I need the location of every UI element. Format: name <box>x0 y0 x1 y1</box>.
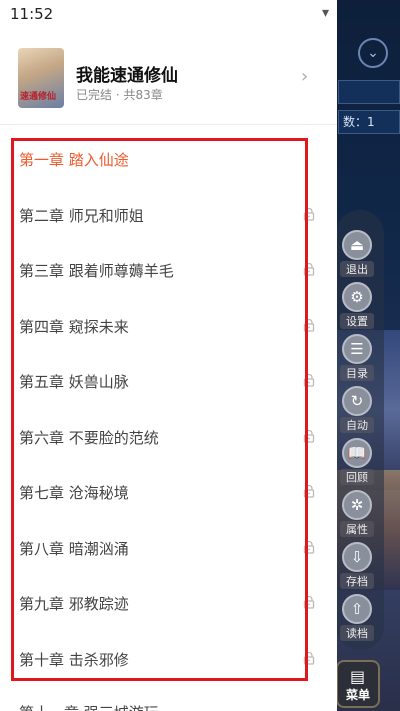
chevron-down-icon: ⌄ <box>367 45 379 61</box>
chevron-right-icon: › <box>301 66 309 87</box>
chapter-title: 第十章 击杀邪修 <box>19 650 129 669</box>
lock-icon <box>303 318 315 332</box>
exit-icon: ⏏ <box>342 230 372 260</box>
partial-chapter[interactable]: 第十一章 强三城游玩 <box>19 702 159 711</box>
menu-icon: ▤ <box>350 667 366 686</box>
game-menu-attribute[interactable]: ✲ 属性 <box>340 490 374 538</box>
game-menu-label: 读档 <box>340 625 374 641</box>
chapter-title: 第六章 不要脸的范统 <box>19 428 159 447</box>
game-menu-auto[interactable]: ↻ 自动 <box>340 386 374 434</box>
chapter-item[interactable]: 第九章 邪教踪迹 <box>0 575 337 631</box>
chapter-item[interactable]: 第六章 不要脸的范统 <box>0 409 337 465</box>
menu-button-label: 菜单 <box>345 688 370 702</box>
chapter-drawer: 11:52 ▾ 速通修仙 我能速通修仙 已完结 · 共83章 › 第一章 踏入仙… <box>0 0 337 711</box>
review-icon: 📖 <box>342 438 372 468</box>
chapter-item[interactable]: 第五章 妖兽山脉 <box>0 353 337 409</box>
chapter-title: 第七章 沧海秘境 <box>19 484 129 502</box>
game-menu-label: 存档 <box>340 573 374 589</box>
settings-icon: ⚙ <box>342 282 372 312</box>
game-field-value: 数：1 <box>343 115 375 129</box>
chapter-item[interactable]: 第七章 沧海秘境 <box>0 464 337 520</box>
game-menu-save[interactable]: ⇩ 存档 <box>340 542 374 590</box>
menu-button[interactable]: ▤ 菜单 <box>336 660 380 708</box>
chapter-item[interactable]: 第二章 师兄和师姐 <box>0 187 337 243</box>
save-icon: ⇩ <box>342 542 372 572</box>
chapter-title: 第九章 邪教踪迹 <box>19 595 129 613</box>
game-menu-label: 退出 <box>340 261 374 277</box>
book-cover: 速通修仙 <box>18 48 64 108</box>
chapter-item[interactable]: 第八章 暗潮汹涌 <box>0 520 337 576</box>
game-menu-catalog[interactable]: ☰ 目录 <box>340 334 374 382</box>
book-header[interactable]: 速通修仙 我能速通修仙 已完结 · 共83章 › <box>18 48 323 110</box>
lock-icon <box>303 373 315 387</box>
lock-icon <box>303 484 315 498</box>
chapter-item[interactable]: 第四章 窥探未来 <box>0 298 337 354</box>
chapter-title: 第八章 暗潮汹涌 <box>19 539 129 558</box>
lock-icon <box>303 207 315 221</box>
book-meta: 已完结 · 共83章 <box>76 88 163 102</box>
chapter-title: 第五章 妖兽山脉 <box>19 373 129 391</box>
game-menu-label: 属性 <box>340 521 374 537</box>
chapter-item[interactable]: 第十章 击杀邪修 <box>0 631 337 687</box>
chapter-title: 第二章 师兄和师姐 <box>19 206 144 225</box>
chapter-list: 第一章 踏入仙途 第二章 师兄和师姐第三章 跟着师尊薅羊毛 第四章 窥探未来 第五章 … <box>0 131 337 686</box>
game-menu-settings[interactable]: ⚙ 设置 <box>340 282 374 330</box>
chapter-item[interactable]: 第一章 踏入仙途 <box>0 131 337 187</box>
game-menu-label: 回顾 <box>340 469 374 485</box>
load-icon: ⇧ <box>342 594 372 624</box>
chapter-title: 第三章 跟着师尊薅羊毛 <box>19 262 174 280</box>
lock-icon <box>303 262 315 276</box>
lock-icon <box>303 595 315 609</box>
game-menu-review[interactable]: 📖 回顾 <box>340 438 374 486</box>
lock-icon <box>303 651 315 665</box>
game-menu-load[interactable]: ⇧ 读档 <box>340 594 374 642</box>
game-menu-label: 自动 <box>340 417 374 433</box>
auto-icon: ↻ <box>342 386 372 416</box>
game-menu-label: 设置 <box>340 313 374 329</box>
catalog-icon: ☰ <box>342 334 372 364</box>
chapter-title: 第一章 踏入仙途 <box>19 151 129 169</box>
chapter-title: 第四章 窥探未来 <box>19 317 129 336</box>
chapter-item[interactable]: 第三章 跟着师尊薅羊毛 <box>0 242 337 298</box>
dropdown-button[interactable]: ⌄ <box>358 38 388 68</box>
status-bar: 11:52 ▾ <box>0 0 337 30</box>
book-title: 我能速通修仙 <box>76 66 178 86</box>
status-time: 11:52 <box>10 5 54 23</box>
game-menu-exit[interactable]: ⏏ 退出 <box>340 230 374 278</box>
game-field-2: 数：1 <box>338 110 400 134</box>
attribute-icon: ✲ <box>342 490 372 520</box>
divider <box>0 124 337 125</box>
game-menu-label: 目录 <box>340 365 374 381</box>
game-field-1 <box>338 80 400 104</box>
wifi-icon: ▾ <box>322 5 330 21</box>
cover-title: 速通修仙 <box>20 92 57 102</box>
lock-icon <box>303 540 315 554</box>
lock-icon <box>303 429 315 443</box>
